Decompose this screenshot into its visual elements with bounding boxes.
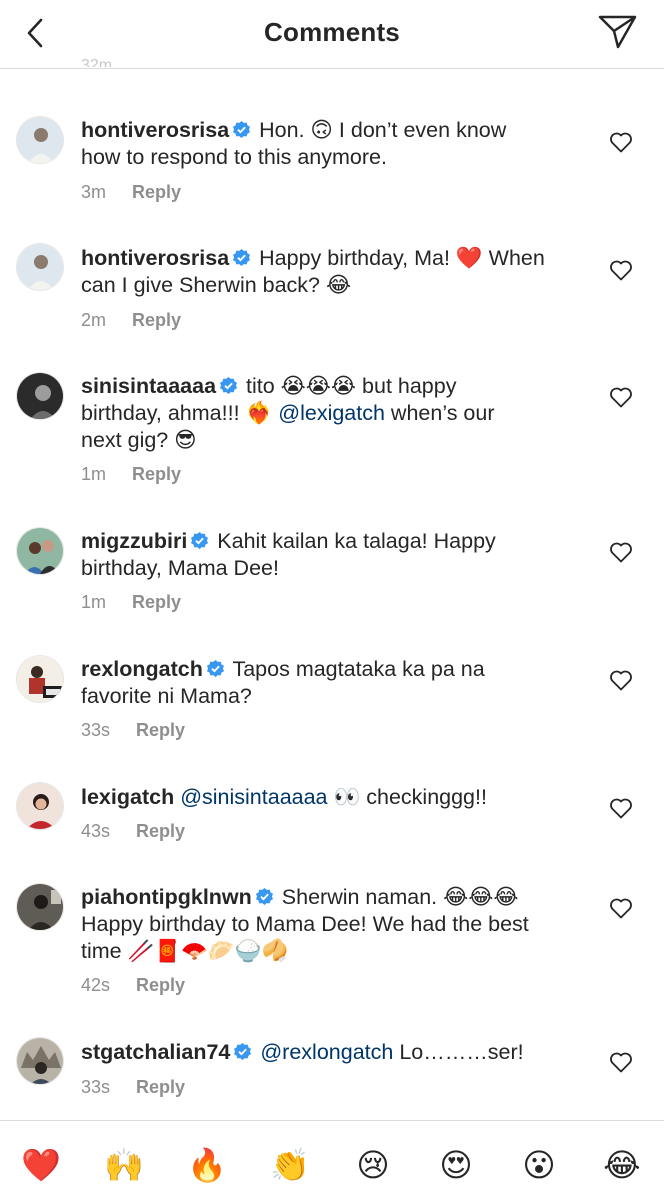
like-heart-icon[interactable] [609,797,633,819]
username-link[interactable]: sinisintaaaaa [81,374,216,398]
like-heart-icon[interactable] [609,1051,633,1073]
quick-reaction-bar: ❤️ 🙌 🔥 👏 😢 😍 😮 😂 [0,1120,664,1200]
reaction-fire-icon[interactable]: 🔥 [185,1143,229,1187]
comment-time: 3m [81,182,107,202]
reply-button[interactable]: Reply [132,464,181,484]
comment-line: can I give Sherwin back? 😂 [81,273,352,297]
mention-link[interactable]: @sinisintaaaaa [180,785,327,809]
comment-text: migzzubiri Kahit kailan ka talaga! Happy… [81,528,591,582]
comment-line: 👀 checkinggg!! [327,785,487,809]
mention-link[interactable]: @rexlongatch [260,1040,393,1064]
comment-line: when’s our [384,401,495,425]
verified-badge-icon [234,1042,252,1061]
comment-line: Lo………ser! [393,1040,524,1064]
username-link[interactable]: hontiverosrisa [81,118,229,142]
verified-badge-icon [233,120,251,139]
avatar[interactable] [16,116,64,164]
reply-button[interactable]: Reply [132,182,181,202]
comment-meta: 2m Reply [81,310,181,331]
comment-text: hontiverosrisa Hon. 🙃 I don’t even know … [81,117,591,171]
comment-line: tito 😭😭😭 but happy [246,374,457,398]
comment-line: Sherwin naman. 😂😂😂 [281,885,519,909]
comment-text: stgatchalian74 @rexlongatch Lo………ser! [81,1039,591,1066]
avatar[interactable] [16,372,64,420]
username-link[interactable]: lexigatch [81,785,174,809]
reaction-heart-eyes-icon[interactable]: 😍 [434,1143,478,1187]
avatar[interactable] [16,782,64,830]
reply-button[interactable]: Reply [136,720,185,740]
page-title: Comments [264,17,400,47]
partial-timestamp: 32m [81,57,113,67]
reaction-surprised-icon[interactable]: 😮 [517,1143,561,1187]
comment-text: sinisintaaaaa tito 😭😭😭 but happy birthda… [81,373,591,454]
like-heart-icon[interactable] [609,541,633,563]
avatar[interactable] [16,655,64,703]
comment-meta: 1m Reply [81,464,181,485]
like-heart-icon[interactable] [609,131,633,153]
paper-plane-icon [598,15,637,49]
username-link[interactable]: piahontipgklnwn [81,885,252,909]
comment-text: rexlongatch Tapos magtataka ka pa na fav… [81,656,591,710]
comment-line: Hon. 🙃 I don’t even know [259,118,507,142]
avatar[interactable] [16,527,64,575]
username-link[interactable]: migzzubiri [81,529,187,553]
verified-badge-icon [191,531,209,550]
reply-button[interactable]: Reply [136,975,185,995]
comment-meta: 1m Reply [81,592,181,613]
like-heart-icon[interactable] [609,386,633,408]
comment-meta: 43s Reply [81,821,185,842]
avatar[interactable] [16,243,64,291]
verified-badge-icon [233,248,251,267]
reply-button[interactable]: Reply [132,310,181,330]
comment-line: Happy birthday to Mama Dee! We had the b… [81,912,529,936]
comment-line: Kahit kailan ka talaga! Happy [217,529,496,553]
share-button[interactable] [598,13,638,51]
comment-text: lexigatch @sinisintaaaaa 👀 checkinggg!! [81,784,591,811]
comment-meta: 33s Reply [81,1077,185,1098]
mention-link[interactable]: @lexigatch [278,401,385,425]
comment-line: Happy birthday, Ma! ❤️ When [259,246,545,270]
comment-text: piahontipgklnwn Sherwin naman. 😂😂😂 Happy… [81,884,591,965]
comment-line: birthday, Mama Dee! [81,556,279,580]
comment-line: how to respond to this anymore. [81,145,387,169]
comment-line: Tapos magtataka ka pa na [232,657,485,681]
comment-time: 43s [81,821,111,841]
comment-time: 1m [81,592,107,612]
comment-line: favorite ni Mama? [81,684,252,708]
reply-button[interactable]: Reply [132,592,181,612]
comment-time: 33s [81,720,111,740]
comment-text: hontiverosrisa Happy birthday, Ma! ❤️ Wh… [81,245,591,299]
comment-meta: 3m Reply [81,182,181,203]
reaction-raised-hands-icon[interactable]: 🙌 [102,1143,146,1187]
comment-time: 33s [81,1077,111,1097]
comment-time: 1m [81,464,107,484]
comment-line: time 🥢🧧🪭🥟🍚🥠 [81,939,289,963]
reply-button[interactable]: Reply [136,1077,185,1097]
reaction-crying-icon[interactable]: 😢 [351,1143,395,1187]
like-heart-icon[interactable] [609,897,633,919]
reaction-heart-icon[interactable]: ❤️ [19,1143,63,1187]
comment-line: next gig? 😎 [81,428,197,452]
username-link[interactable]: stgatchalian74 [81,1040,230,1064]
comment-line: birthday, ahma!!! ❤️‍🔥 [81,401,279,425]
comment-meta: 42s Reply [81,975,185,996]
like-heart-icon[interactable] [609,669,633,691]
avatar[interactable] [16,883,64,931]
verified-badge-icon [219,376,238,395]
verified-badge-icon [206,659,224,678]
reaction-clapping-icon[interactable]: 👏 [268,1143,312,1187]
username-link[interactable]: hontiverosrisa [81,246,229,270]
reply-button[interactable]: Reply [136,821,185,841]
comment-time: 42s [81,975,111,995]
reaction-laughing-icon[interactable]: 😂 [600,1143,644,1187]
username-link[interactable]: rexlongatch [81,657,203,681]
comment-time: 2m [81,310,107,330]
comment-meta: 33s Reply [81,720,185,741]
avatar[interactable] [16,1037,64,1085]
like-heart-icon[interactable] [609,259,633,281]
verified-badge-icon [255,887,273,906]
